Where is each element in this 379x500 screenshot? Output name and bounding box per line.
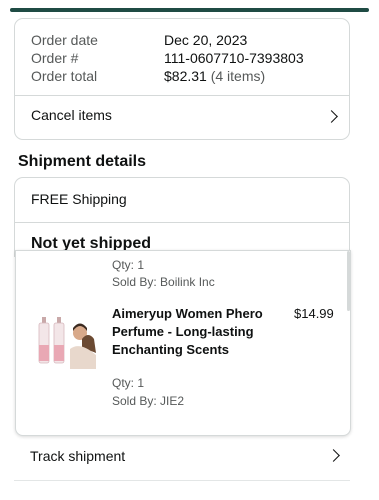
order-date-value: Dec 20, 2023 (164, 32, 248, 48)
scrollbar-thumb[interactable] (347, 251, 350, 311)
shipment-details-heading: Shipment details (18, 153, 147, 170)
perfume-product-image[interactable] (36, 311, 100, 371)
order-number-label: Order # (31, 50, 79, 66)
item-2-price: $14.99 (294, 306, 334, 321)
shipment-card: FREE Shipping Not yet shipped (14, 177, 350, 257)
order-number-value: 111-0607710-7393803 (164, 50, 304, 66)
top-header-bar (0, 0, 379, 12)
item-2-qty: Qty: 1 (112, 376, 145, 390)
order-summary-card: Order date Dec 20, 2023 Order # 111-0607… (14, 18, 350, 140)
item-1-qty: Qty: 1 (112, 258, 145, 272)
chevron-right-icon (327, 449, 340, 462)
track-shipment-label: Track shipment (30, 448, 126, 464)
order-total-value: $82.31 (4 items) (164, 68, 265, 85)
chevron-right-icon (325, 110, 338, 123)
item-2-title[interactable]: Aimeryup Women Phero Perfume - Long-last… (112, 305, 272, 359)
cancel-items-button[interactable]: Cancel items (15, 96, 349, 140)
shipping-type: FREE Shipping (31, 191, 127, 207)
order-item-count: (4 items) (210, 68, 266, 84)
order-total-label: Order total (31, 68, 98, 84)
bottom-divider (14, 480, 350, 481)
cancel-items-label: Cancel items (31, 107, 112, 123)
track-shipment-button[interactable]: Track shipment (14, 440, 350, 474)
item-2-seller: Sold By: JIE2 (112, 394, 185, 408)
shipment-divider (15, 222, 349, 223)
order-total-amount: $82.31 (164, 68, 207, 84)
header-accent-line (10, 8, 369, 12)
items-scroll-panel[interactable]: Qty: 1 Sold By: Boilink Inc Aimeryup Wom… (15, 250, 351, 436)
item-1-seller: Sold By: Boilink Inc (112, 275, 215, 289)
order-date-label: Order date (31, 32, 98, 48)
